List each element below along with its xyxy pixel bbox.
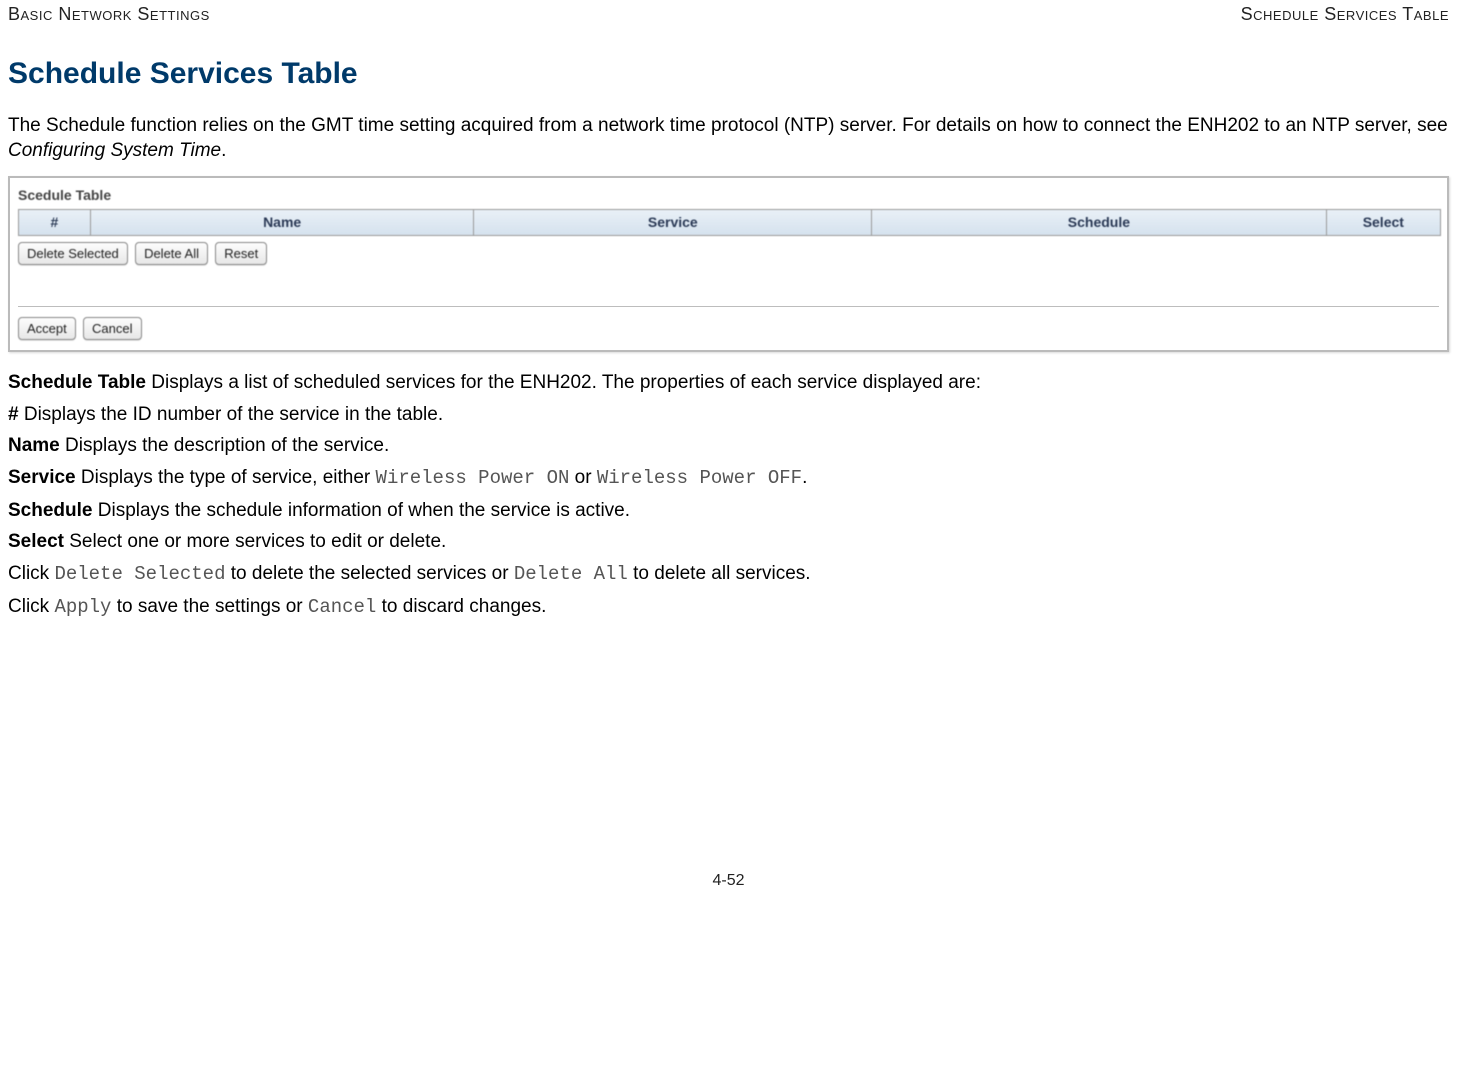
def-schedule: Schedule Displays the schedule informati… (8, 498, 1449, 524)
schedule-table-header-row: # Name Service Schedule Select (18, 209, 1441, 236)
def-num: # Displays the ID number of the service … (8, 402, 1449, 428)
click2-mid: to save the settings or (111, 596, 307, 617)
col-header-num: # (19, 210, 91, 235)
section-title: Schedule Services Table (8, 54, 1449, 95)
intro-paragraph: The Schedule function relies on the GMT … (8, 113, 1449, 164)
intro-link: Configuring System Time (8, 140, 221, 161)
click-apply-line: Click Apply to save the settings or Canc… (8, 594, 1449, 621)
def-name-label: Name (8, 435, 60, 456)
click2-code-a: Apply (54, 596, 111, 618)
def-service-tail: . (802, 467, 807, 488)
col-header-schedule: Schedule (872, 210, 1326, 235)
click2-code-b: Cancel (308, 596, 376, 618)
def-service-code-b: Wireless Power OFF (597, 467, 802, 489)
click1-code-a: Delete Selected (54, 563, 225, 585)
intro-text-b: . (221, 140, 226, 161)
cancel-button[interactable]: Cancel (83, 317, 141, 341)
click2-pre: Click (8, 596, 54, 617)
col-header-name: Name (91, 210, 475, 235)
def-schedule-table: Schedule Table Displays a list of schedu… (8, 370, 1449, 396)
def-select-desc: Select one or more services to edit or d… (64, 531, 446, 552)
click1-tail: to delete all services. (628, 563, 811, 584)
def-num-label: # (8, 404, 19, 425)
def-service-desc-a: Displays the type of service, either (76, 467, 376, 488)
def-service: Service Displays the type of service, ei… (8, 465, 1449, 492)
def-schedule-table-label: Schedule Table (8, 372, 146, 393)
def-schedule-label: Schedule (8, 500, 92, 521)
click1-code-b: Delete All (514, 563, 628, 585)
delete-selected-button[interactable]: Delete Selected (18, 242, 128, 266)
def-service-mid: or (569, 467, 596, 488)
header-right: Schedule Services Table (1241, 2, 1449, 26)
click-delete-line: Click Delete Selected to delete the sele… (8, 561, 1449, 588)
def-name: Name Displays the description of the ser… (8, 433, 1449, 459)
def-service-label: Service (8, 467, 76, 488)
def-service-code-a: Wireless Power ON (376, 467, 570, 489)
accept-button[interactable]: Accept (18, 317, 76, 341)
click1-pre: Click (8, 563, 54, 584)
top-button-row: Delete Selected Delete All Reset (18, 240, 1439, 266)
click1-mid: to delete the selected services or (225, 563, 513, 584)
def-schedule-desc: Displays the schedule information of whe… (92, 500, 630, 521)
schedule-table-screenshot: Scedule Table # Name Service Schedule Se… (8, 176, 1449, 352)
def-schedule-table-desc: Displays a list of scheduled services fo… (146, 372, 981, 393)
def-name-desc: Displays the description of the service. (60, 435, 390, 456)
reset-button[interactable]: Reset (215, 242, 267, 266)
page-number: 4-52 (8, 870, 1449, 892)
scedule-table-caption: Scedule Table (18, 186, 1439, 205)
def-select: Select Select one or more services to ed… (8, 529, 1449, 555)
def-num-desc: Displays the ID number of the service in… (19, 404, 444, 425)
click2-tail: to discard changes. (376, 596, 546, 617)
col-header-select: Select (1327, 210, 1440, 235)
page-header: Basic Network Settings Schedule Services… (8, 2, 1449, 26)
intro-text-a: The Schedule function relies on the GMT … (8, 115, 1448, 136)
col-header-service: Service (474, 210, 872, 235)
bottom-button-row: Accept Cancel (18, 315, 1439, 341)
divider-line (18, 306, 1439, 307)
header-left: Basic Network Settings (8, 2, 210, 26)
delete-all-button[interactable]: Delete All (135, 242, 208, 266)
def-select-label: Select (8, 531, 64, 552)
